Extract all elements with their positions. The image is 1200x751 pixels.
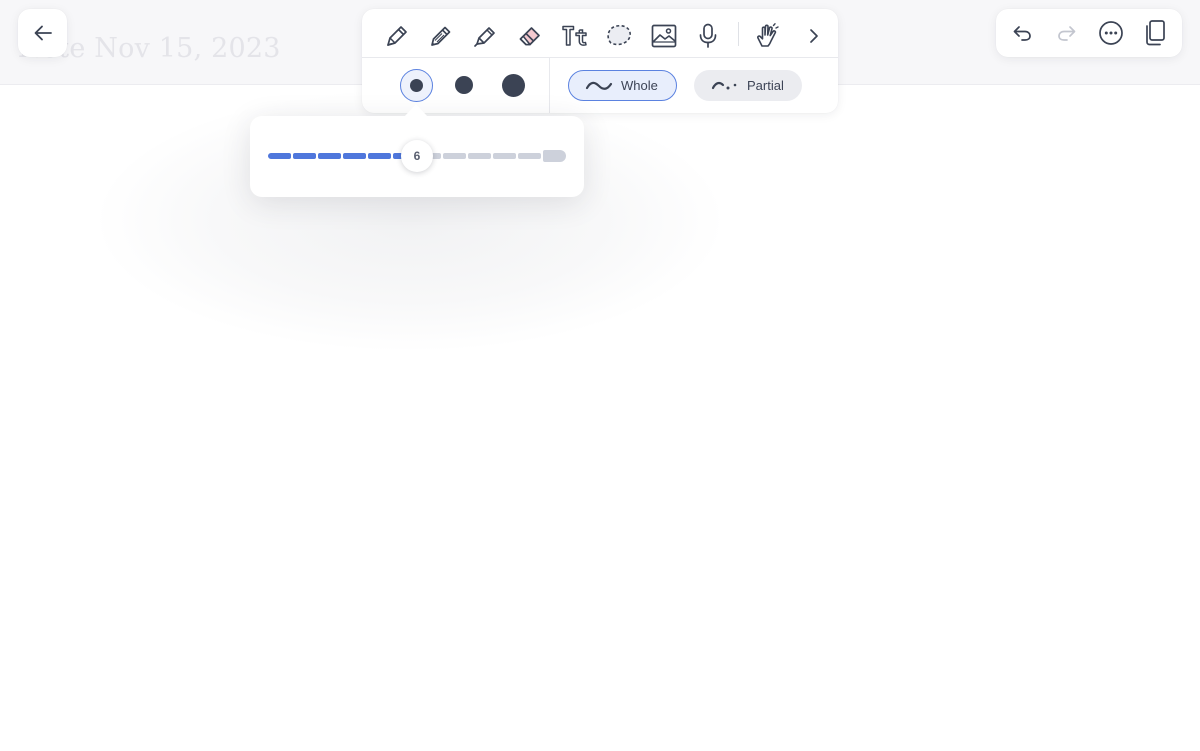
erase-mode-whole-label: Whole — [621, 78, 658, 93]
arrow-left-icon — [34, 25, 52, 41]
tool-highlighter[interactable] — [466, 17, 504, 55]
size-slider-segment[interactable] — [543, 150, 566, 162]
popover-arrow — [404, 104, 428, 117]
highlighter-icon — [474, 27, 495, 47]
size-slider-segment[interactable] — [468, 153, 491, 159]
redo-icon — [1058, 26, 1076, 41]
tool-pencil[interactable] — [422, 17, 460, 55]
erase-mode-partial-label: Partial — [747, 78, 784, 93]
erase-mode-whole[interactable]: Whole — [568, 70, 677, 101]
hand-icon — [757, 23, 779, 47]
toolbar-row-separator — [362, 57, 838, 58]
erase-mode-partial[interactable]: Partial — [694, 70, 802, 101]
tool-hand[interactable] — [748, 17, 786, 55]
tool-eraser[interactable] — [511, 17, 549, 55]
size-slider-segment[interactable] — [318, 153, 341, 159]
tool-image[interactable] — [645, 17, 683, 55]
toolbar-divider — [738, 22, 739, 46]
pages-button[interactable] — [1139, 17, 1171, 49]
tool-lasso[interactable] — [600, 17, 638, 55]
chevron-right-icon — [810, 29, 818, 43]
undo-icon — [1013, 26, 1031, 41]
size-slider-value: 6 — [413, 149, 421, 163]
size-slider-segment[interactable] — [518, 153, 541, 159]
undo-button[interactable] — [1006, 17, 1038, 49]
back-button[interactable] — [18, 9, 67, 57]
eraser-size-popover: 6 — [250, 116, 584, 197]
size-slider-segment[interactable] — [368, 153, 391, 159]
toolbar-column-separator — [549, 58, 550, 113]
lasso-icon — [607, 24, 631, 46]
more-horizontal-icon — [1099, 21, 1123, 45]
tool-microphone[interactable] — [689, 17, 727, 55]
eraser-size-small-dot — [410, 79, 423, 92]
stroke-whole-icon — [585, 81, 613, 90]
size-slider-segment[interactable] — [268, 153, 291, 159]
eraser-icon — [519, 27, 540, 46]
tool-pen[interactable] — [378, 17, 416, 55]
text-icon — [562, 25, 587, 46]
size-slider-thumb[interactable]: 6 — [401, 140, 433, 172]
more-button[interactable] — [1095, 17, 1127, 49]
pages-icon — [1146, 20, 1165, 46]
size-slider-segment[interactable] — [443, 153, 466, 159]
pen-icon — [387, 26, 407, 46]
tool-text[interactable] — [556, 17, 594, 55]
microphone-icon — [699, 23, 717, 48]
actions-card — [996, 9, 1182, 57]
eraser-size-medium[interactable] — [455, 76, 473, 94]
image-icon — [651, 24, 677, 48]
redo-button[interactable] — [1051, 17, 1083, 49]
stroke-partial-icon — [711, 81, 737, 89]
drawing-toolbar: Whole Partial — [362, 9, 838, 113]
eraser-size-large[interactable] — [502, 74, 525, 97]
pencil-icon — [431, 26, 451, 46]
size-slider-segment[interactable] — [343, 153, 366, 159]
size-slider-segment[interactable] — [493, 153, 516, 159]
more-tools-button[interactable] — [795, 17, 833, 55]
size-slider-segment[interactable] — [293, 153, 316, 159]
